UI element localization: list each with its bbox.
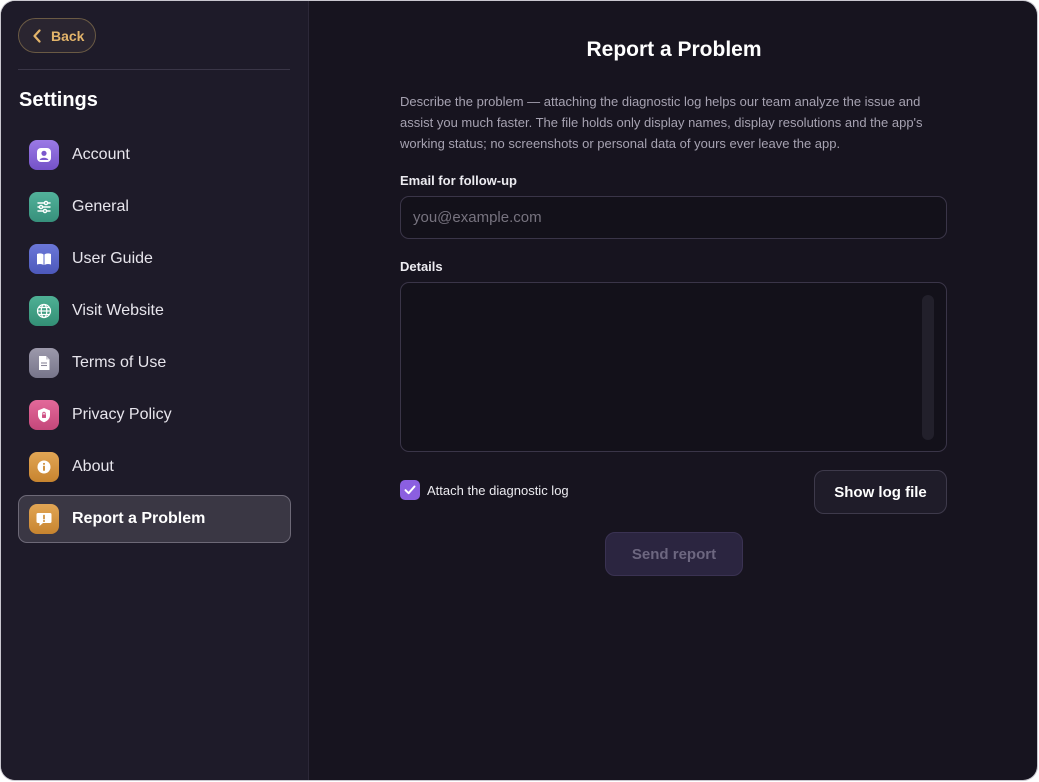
attach-log-checkbox[interactable]: [400, 480, 420, 500]
sidebar-item-general[interactable]: General: [18, 183, 291, 231]
send-report-button[interactable]: Send report: [605, 532, 743, 576]
chevron-left-icon: [32, 28, 44, 43]
sidebar-item-visit-website[interactable]: Visit Website: [18, 287, 291, 335]
attach-log-checkbox-row[interactable]: Attach the diagnostic log: [400, 480, 569, 500]
sidebar-title: Settings: [19, 89, 98, 111]
description-text: Describe the problem — attaching the dia…: [400, 94, 923, 151]
settings-nav: Account General User Guide Visit Website…: [18, 131, 291, 547]
sidebar-item-privacy-policy[interactable]: Privacy Policy: [18, 391, 291, 439]
report-problem-panel: Report a Problem Describe the problem — …: [309, 1, 1037, 780]
back-label: Back: [51, 27, 85, 44]
back-button[interactable]: Back: [18, 18, 96, 53]
sidebar-item-label: Account: [72, 146, 130, 163]
sidebar-item-label: User Guide: [72, 250, 153, 267]
sidebar-item-label: Terms of Use: [72, 354, 167, 371]
settings-window: Back Settings Account General User Guide…: [1, 1, 1037, 780]
sidebar-item-label: About: [72, 458, 114, 475]
sliders-icon: [29, 192, 59, 222]
details-textarea[interactable]: [400, 282, 947, 452]
email-field[interactable]: [400, 196, 947, 239]
document-icon: [29, 348, 59, 378]
shield-icon: [29, 400, 59, 430]
sidebar-item-label: Report a Problem: [72, 510, 206, 527]
attach-log-label: Attach the diagnostic log: [427, 482, 569, 498]
checkmark-icon: [404, 485, 416, 495]
person-icon: [29, 140, 59, 170]
page-title: Report a Problem: [586, 38, 762, 61]
sidebar-item-account[interactable]: Account: [18, 131, 291, 179]
email-label: Email for follow-up: [400, 173, 517, 188]
sidebar-item-label: General: [72, 198, 129, 215]
sidebar-divider: [18, 69, 290, 70]
exclamation-bubble-icon: [29, 504, 59, 534]
details-scrollbar[interactable]: [922, 295, 934, 440]
sidebar-item-label: Visit Website: [72, 302, 164, 319]
sidebar-item-terms-of-use[interactable]: Terms of Use: [18, 339, 291, 387]
sidebar-item-about[interactable]: About: [18, 443, 291, 491]
show-log-file-button[interactable]: Show log file: [814, 470, 947, 514]
book-icon: [29, 244, 59, 274]
info-icon: [29, 452, 59, 482]
details-label: Details: [400, 259, 443, 274]
sidebar: Back Settings Account General User Guide…: [1, 1, 309, 780]
sidebar-item-report-a-problem[interactable]: Report a Problem: [18, 495, 291, 543]
globe-icon: [29, 296, 59, 326]
sidebar-item-label: Privacy Policy: [72, 406, 172, 423]
sidebar-item-user-guide[interactable]: User Guide: [18, 235, 291, 283]
